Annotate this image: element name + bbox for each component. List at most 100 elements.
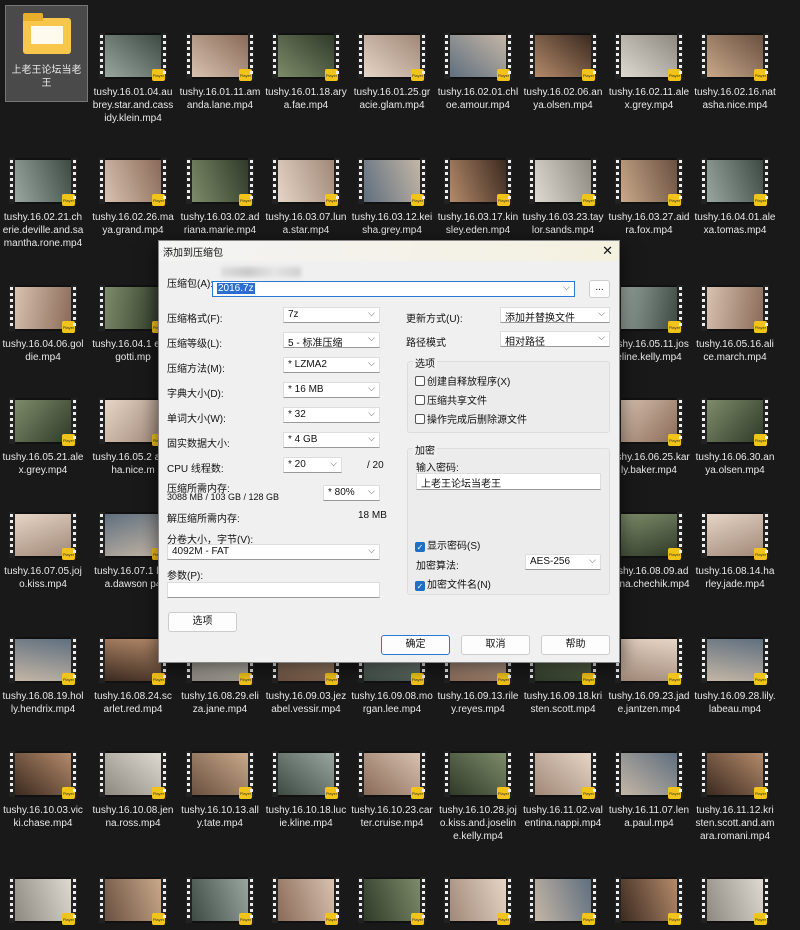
word-select[interactable]: * 32 ⌵ [283, 407, 380, 423]
video-file-item[interactable]: Player tushy.16.11.12.kristen.scott.and.a… [692, 751, 778, 843]
player-badge-icon: Player [239, 69, 252, 81]
video-file-item[interactable]: Player tushy.16.03.07.luna.star.mp4 [263, 158, 349, 237]
player-badge-icon: Player [668, 194, 681, 206]
file-name: tushy.16.08.24.scarlet.red.mp4 [94, 691, 172, 715]
video-file-item[interactable]: Player tushy.16.11.02.valentina.nappi.mp4 [520, 751, 606, 830]
file-name: tushy.16.09.18.kristen.scott.mp4 [523, 691, 603, 715]
path-select[interactable]: 相对路径 ⌵ [500, 331, 610, 348]
sfx-checkbox[interactable]: 创建自释放程序(X) [415, 373, 510, 388]
video-file-item[interactable]: Player tushy.16.06.30.anya.olsen.mp4 [692, 398, 778, 477]
video-thumbnail: Player [615, 637, 683, 685]
video-file-item[interactable]: Player tushy.16.04.06.goldie.mp4 [0, 285, 86, 364]
solid-select[interactable]: * 4 GB ⌵ [283, 432, 380, 448]
video-thumbnail: Player [615, 158, 683, 206]
video-file-item[interactable]: Player tushy.16.10.18.lucie.kline.mp4 [263, 751, 349, 830]
player-badge-icon: Player [497, 673, 510, 685]
enc-method-select[interactable]: AES-256 ⌵ [525, 554, 601, 570]
video-thumbnail: Player [9, 637, 77, 685]
video-file-item[interactable]: Player tushy.16.01.04.aubrey.star.and.cas… [90, 33, 176, 125]
params-input[interactable] [167, 582, 380, 598]
video-file-item[interactable]: Player tushy.16.05.21.alex.grey.mp4 [0, 398, 86, 477]
level-select[interactable]: 5 - 标准压缩 ⌵ [283, 332, 380, 349]
video-file-item[interactable]: Player tushy.16.08.14.harley.jade.mp4 [692, 512, 778, 591]
cancel-button[interactable]: 取消 [461, 635, 530, 655]
encrypt-names-checkbox[interactable]: ✓ 加密文件名(N) [415, 576, 491, 591]
cpu-select[interactable]: * 20 ⌵ [283, 457, 342, 473]
archive-name-input[interactable]: 2016.7z ⌵ [212, 281, 575, 297]
player-badge-icon: Player [325, 787, 338, 799]
video-thumbnail: Player [701, 33, 769, 81]
video-file-item[interactable]: Player tushy.16.04.01.alexa.tomas.mp4 [692, 158, 778, 237]
video-file-item[interactable]: Player tushy.16.02.11.alex.grey.mp4 [606, 33, 692, 112]
ok-button[interactable]: 确定 [381, 635, 450, 655]
folder-item[interactable]: 上老王论坛当老王 [5, 5, 88, 102]
shared-checkbox[interactable]: 压缩共享文件 [415, 392, 487, 407]
video-file-item[interactable]: Player tushy.16.03.23.taylor.sands.mp4 [520, 158, 606, 237]
video-file-item[interactable]: Player tushy.16.10.03.vicki.chase.mp4 [0, 751, 86, 830]
player-badge-icon: Player [239, 787, 252, 799]
video-thumbnail: Player [186, 158, 254, 206]
video-file-item[interactable]: Player tushy.16.01.25.gracie.glam.mp4 [349, 33, 435, 112]
video-thumbnail: Player [444, 751, 512, 799]
password-label: 输入密码: [416, 463, 459, 474]
video-thumbnail: Player [99, 158, 167, 206]
file-name: tushy.16.10.08.jenna.ross.mp4 [92, 805, 174, 829]
video-file-item[interactable]: Player [177, 877, 263, 930]
video-file-item[interactable]: Player tushy.16.03.17.kinsley.eden.mp4 [435, 158, 521, 237]
video-file-item[interactable]: Player [349, 877, 435, 930]
options-button[interactable]: 选项 [168, 612, 237, 632]
player-badge-icon: Player [754, 434, 767, 446]
video-file-item[interactable]: Player tushy.16.02.01.chloe.amour.mp4 [435, 33, 521, 112]
video-file-item[interactable]: Player tushy.16.07.05.jojo.kiss.mp4 [0, 512, 86, 591]
mem-percent-select[interactable]: * 80% ⌵ [323, 485, 380, 501]
video-file-item[interactable]: Player [263, 877, 349, 930]
video-file-item[interactable]: Player tushy.16.01.18.arya.fae.mp4 [263, 33, 349, 112]
delete-source-checkbox[interactable]: 操作完成后删除源文件 [415, 411, 527, 426]
video-file-item[interactable]: Player [520, 877, 606, 930]
player-badge-icon: Player [62, 548, 75, 560]
player-badge-icon: Player [582, 673, 595, 685]
file-name: tushy.16.09.23.jade.jantzen.mp4 [608, 691, 690, 715]
params-label: 参数(P): [167, 571, 204, 582]
video-file-item[interactable]: Player [0, 877, 86, 930]
video-file-item[interactable]: Player tushy.16.09.28.lily.labeau.mp4 [692, 637, 778, 716]
video-file-item[interactable]: Player tushy.16.02.16.natasha.nice.mp4 [692, 33, 778, 112]
help-button[interactable]: 帮助 [541, 635, 610, 655]
player-badge-icon: Player [582, 787, 595, 799]
video-file-item[interactable]: Player tushy.16.11.07.lena.paul.mp4 [606, 751, 692, 830]
video-file-item[interactable]: Player tushy.16.03.12.keisha.grey.mp4 [349, 158, 435, 237]
browse-button[interactable]: ... [589, 280, 610, 298]
split-select[interactable]: 4092M - FAT ⌵ [167, 544, 380, 560]
video-file-item[interactable]: Player tushy.16.02.06.anya.olsen.mp4 [520, 33, 606, 112]
file-name: tushy.16.10.18.lucie.kline.mp4 [265, 805, 347, 829]
password-input[interactable]: 上老王论坛当老王 [416, 473, 601, 490]
video-file-item[interactable]: Player tushy.16.05.16.alice.march.mp4 [692, 285, 778, 364]
video-file-item[interactable]: Player tushy.16.01.11.amanda.lane.mp4 [177, 33, 263, 112]
close-icon[interactable]: ✕ [602, 243, 613, 259]
video-file-item[interactable]: Player tushy.16.10.23.carter.cruise.mp4 [349, 751, 435, 830]
method-select[interactable]: * LZMA2 ⌵ [283, 357, 380, 373]
show-password-checkbox[interactable]: ✓ 显示密码(S) [415, 537, 480, 552]
player-badge-icon: Player [668, 787, 681, 799]
video-file-item[interactable]: Player tushy.16.10.28.jojo.kiss.and.josel… [435, 751, 521, 843]
video-file-item[interactable]: Player tushy.16.10.13.ally.tate.mp4 [177, 751, 263, 830]
video-file-item[interactable]: Player [692, 877, 778, 930]
update-select[interactable]: 添加并替换文件 ⌵ [500, 307, 610, 324]
player-badge-icon: Player [754, 69, 767, 81]
dict-select[interactable]: * 16 MB ⌵ [283, 382, 380, 398]
video-file-item[interactable]: Player tushy.16.03.02.adriana.marie.mp4 [177, 158, 263, 237]
video-file-item[interactable]: Player [435, 877, 521, 930]
format-select[interactable]: 7z ⌵ [283, 307, 380, 323]
video-file-item[interactable]: Player [606, 877, 692, 930]
video-file-item[interactable]: Player tushy.16.02.21.cherie.deville.and.… [0, 158, 86, 250]
video-file-item[interactable]: Player [90, 877, 176, 930]
player-badge-icon: Player [152, 673, 165, 685]
video-file-item[interactable]: Player tushy.16.08.19.holly.hendrix.mp4 [0, 637, 86, 716]
video-file-item[interactable]: Player tushy.16.03.27.aidra.fox.mp4 [606, 158, 692, 237]
file-name: tushy.16.03.07.luna.star.mp4 [265, 212, 347, 236]
video-file-item[interactable]: Player tushy.16.10.08.jenna.ross.mp4 [90, 751, 176, 830]
dmem-value: 18 MB [358, 510, 387, 521]
video-file-item[interactable]: Player tushy.16.02.26.maya.grand.mp4 [90, 158, 176, 237]
dmem-label: 解压缩所需内存: [167, 514, 240, 525]
video-thumbnail: Player [99, 285, 167, 333]
